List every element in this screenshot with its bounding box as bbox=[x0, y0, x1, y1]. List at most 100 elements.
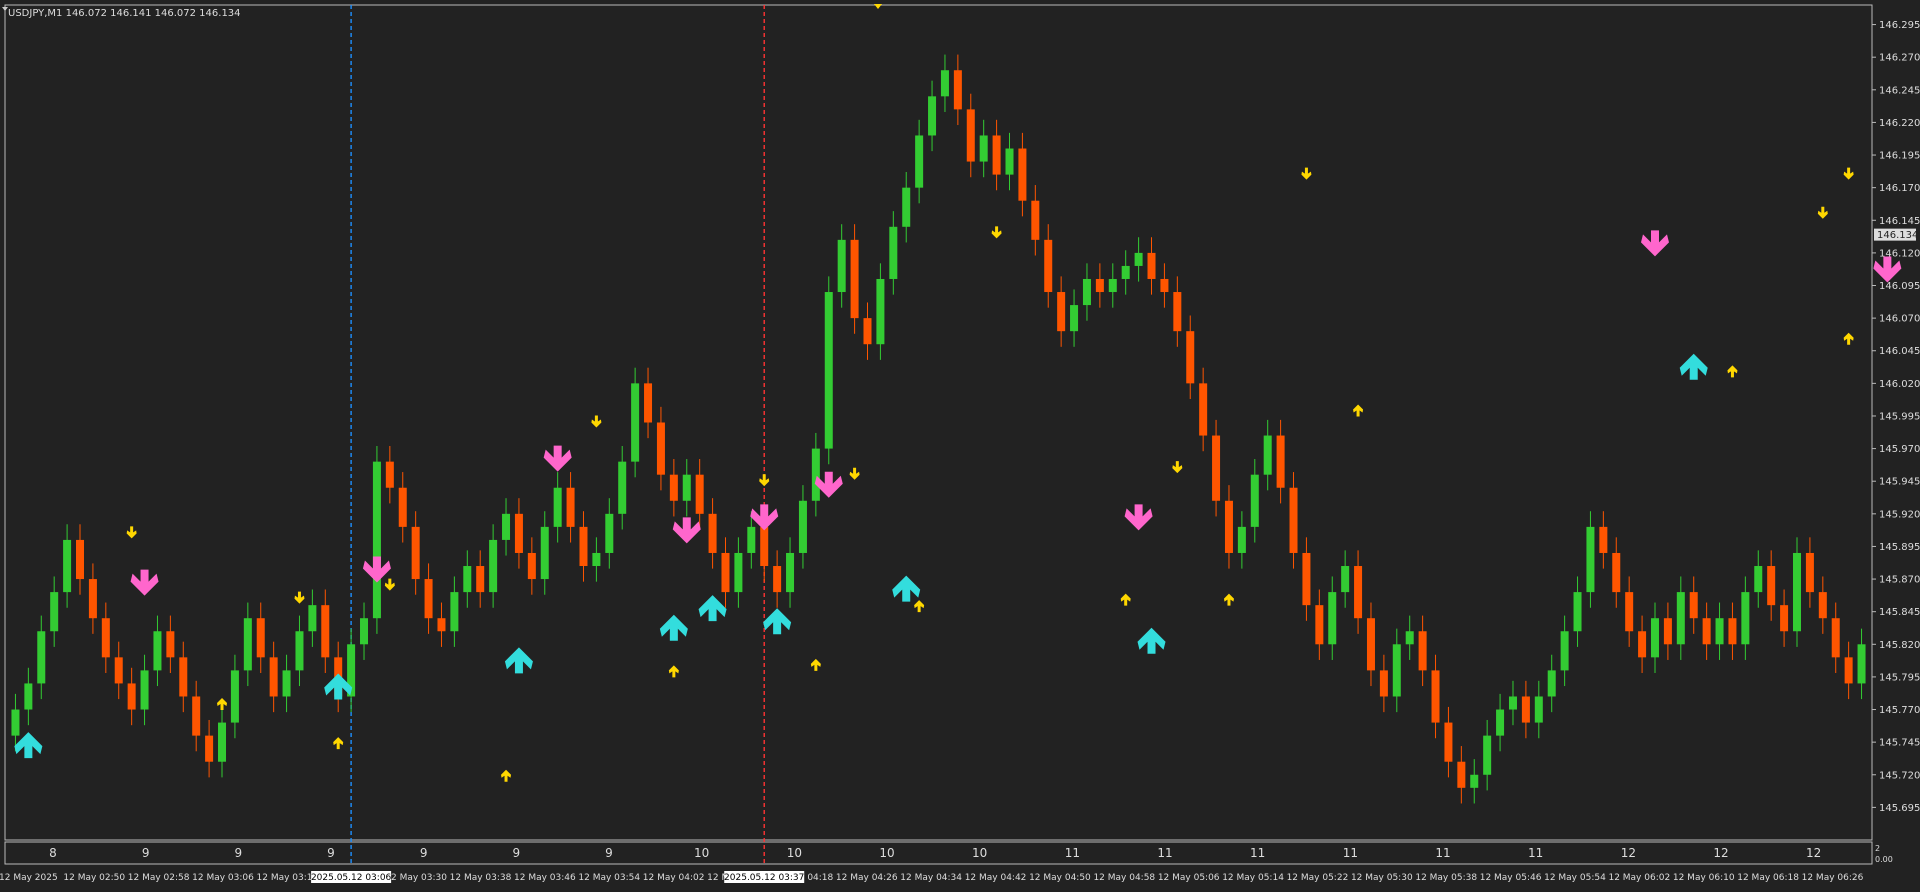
price-tick-label: 145.745 bbox=[1879, 738, 1920, 749]
candle-body bbox=[1354, 566, 1363, 619]
candle-body bbox=[1599, 526, 1608, 553]
candle-body bbox=[1431, 670, 1440, 723]
subwindow-value-label: 10 bbox=[787, 846, 802, 860]
candle-body bbox=[760, 526, 769, 567]
candle-body bbox=[1199, 383, 1208, 436]
time-axis-label: 12 May 03:46 bbox=[514, 873, 576, 883]
time-axis: 12 May 2025 12 May 02:50 12 May 02:58 12 Ma… bbox=[0, 871, 1864, 883]
candle-body bbox=[1638, 631, 1647, 658]
candle-body bbox=[76, 539, 85, 580]
price-tick-label: 145.995 bbox=[1879, 411, 1920, 422]
candle-body bbox=[1418, 631, 1427, 671]
candle-body bbox=[1031, 200, 1040, 240]
candle-body bbox=[1715, 618, 1724, 645]
current-price-label: 146.134 bbox=[1877, 230, 1918, 241]
candle-body bbox=[1070, 305, 1079, 332]
candle-body bbox=[1573, 592, 1582, 632]
price-tick-label: 146.045 bbox=[1879, 346, 1920, 357]
candle-body bbox=[850, 239, 859, 319]
candle-body bbox=[1212, 435, 1221, 501]
candle-body bbox=[295, 631, 304, 671]
candle-body bbox=[1095, 278, 1104, 293]
candle-body bbox=[553, 487, 562, 527]
candle-body bbox=[1289, 487, 1298, 553]
candle-body bbox=[1754, 566, 1763, 593]
candle-body bbox=[308, 605, 317, 632]
subwindow-value-label: 9 bbox=[327, 846, 335, 860]
price-tick-label: 145.920 bbox=[1879, 509, 1920, 520]
candle-body bbox=[1741, 592, 1750, 645]
price-tick-label: 146.270 bbox=[1879, 53, 1920, 64]
candlestick-chart[interactable]: 146.295 146.270 146.245 146.220 146.195 146.1… bbox=[0, 0, 1920, 892]
candle-body bbox=[631, 383, 640, 462]
candle-body bbox=[153, 631, 162, 671]
subwindow-value-label: 11 bbox=[1343, 846, 1358, 860]
candle-body bbox=[915, 135, 924, 188]
candle-body bbox=[966, 109, 975, 162]
candle-body bbox=[1276, 435, 1285, 488]
candle-body bbox=[876, 278, 885, 345]
price-tick-label: 145.970 bbox=[1879, 444, 1920, 455]
price-tick-label: 146.145 bbox=[1879, 216, 1920, 227]
candle-body bbox=[1147, 252, 1156, 279]
candle-body bbox=[1625, 592, 1634, 632]
price-tick-label: 145.770 bbox=[1879, 705, 1920, 716]
time-axis-label: 12 May 04:58 bbox=[1093, 873, 1155, 883]
time-axis-label: 12 May 03:30 bbox=[385, 873, 447, 883]
candle-body bbox=[1780, 605, 1789, 632]
candle-body bbox=[1263, 435, 1272, 475]
candle-body bbox=[1586, 526, 1595, 593]
symbol-header: USDJPY,M1 146.072 146.141 146.072 146.13… bbox=[8, 8, 241, 19]
candle-body bbox=[321, 605, 330, 658]
candle-body bbox=[450, 592, 459, 632]
subwindow-value-label: 9 bbox=[420, 846, 428, 860]
candle-body bbox=[230, 670, 239, 723]
candle-body bbox=[837, 239, 846, 293]
candle-body bbox=[1650, 618, 1659, 658]
subwindow-value-label: 9 bbox=[605, 846, 613, 860]
candle-body bbox=[140, 670, 149, 710]
candle-body bbox=[1328, 592, 1337, 645]
candle-body bbox=[1805, 552, 1814, 593]
candle-body bbox=[798, 500, 807, 553]
subwindow-value-label: 9 bbox=[235, 846, 243, 860]
candle-body bbox=[1689, 592, 1698, 619]
candle-body bbox=[424, 579, 433, 619]
candle-body bbox=[398, 487, 407, 527]
candle-body bbox=[1534, 696, 1543, 723]
candle-body bbox=[1676, 592, 1685, 645]
subwindow-value-label: 9 bbox=[142, 846, 150, 860]
candle-body bbox=[127, 683, 136, 710]
time-axis-label: 12 May 03:14 bbox=[257, 873, 319, 883]
candle-body bbox=[773, 566, 782, 593]
time-axis-label: 12 May 05:38 bbox=[1415, 873, 1477, 883]
candle-body bbox=[527, 552, 536, 580]
candle-body bbox=[1134, 252, 1143, 266]
candle-body bbox=[1160, 278, 1169, 293]
time-axis-label: 12 May 05:30 bbox=[1351, 873, 1413, 883]
candle-body bbox=[695, 474, 704, 514]
candle-body bbox=[1496, 709, 1505, 736]
price-tick-label: 146.095 bbox=[1879, 281, 1920, 292]
candle-body bbox=[992, 135, 1001, 175]
candle-body bbox=[1082, 278, 1091, 306]
time-axis-label: 12 May 04:50 bbox=[1029, 873, 1091, 883]
subwindow-value-label: 10 bbox=[694, 846, 709, 860]
time-axis-label: 12 May 05:22 bbox=[1287, 873, 1349, 883]
time-axis-label: 12 May 02:58 bbox=[128, 873, 190, 883]
candle-body bbox=[11, 709, 20, 736]
subwindow-scale-label: 2 bbox=[1875, 844, 1880, 853]
candle-body bbox=[1186, 331, 1195, 384]
time-axis-label: 12 May 03:54 bbox=[578, 873, 640, 883]
time-axis-label: 12 May 06:18 bbox=[1737, 873, 1799, 883]
time-axis-label: 12 May 02:50 bbox=[63, 873, 125, 883]
price-tick-label: 146.220 bbox=[1879, 118, 1920, 129]
candle-body bbox=[579, 526, 588, 567]
candle-body bbox=[1044, 239, 1053, 293]
candle-body bbox=[101, 618, 110, 658]
price-tick-label: 145.820 bbox=[1879, 640, 1920, 651]
candle-body bbox=[256, 618, 265, 658]
candle-body bbox=[205, 735, 214, 762]
candle-body bbox=[979, 135, 988, 162]
candle-body bbox=[721, 552, 730, 593]
